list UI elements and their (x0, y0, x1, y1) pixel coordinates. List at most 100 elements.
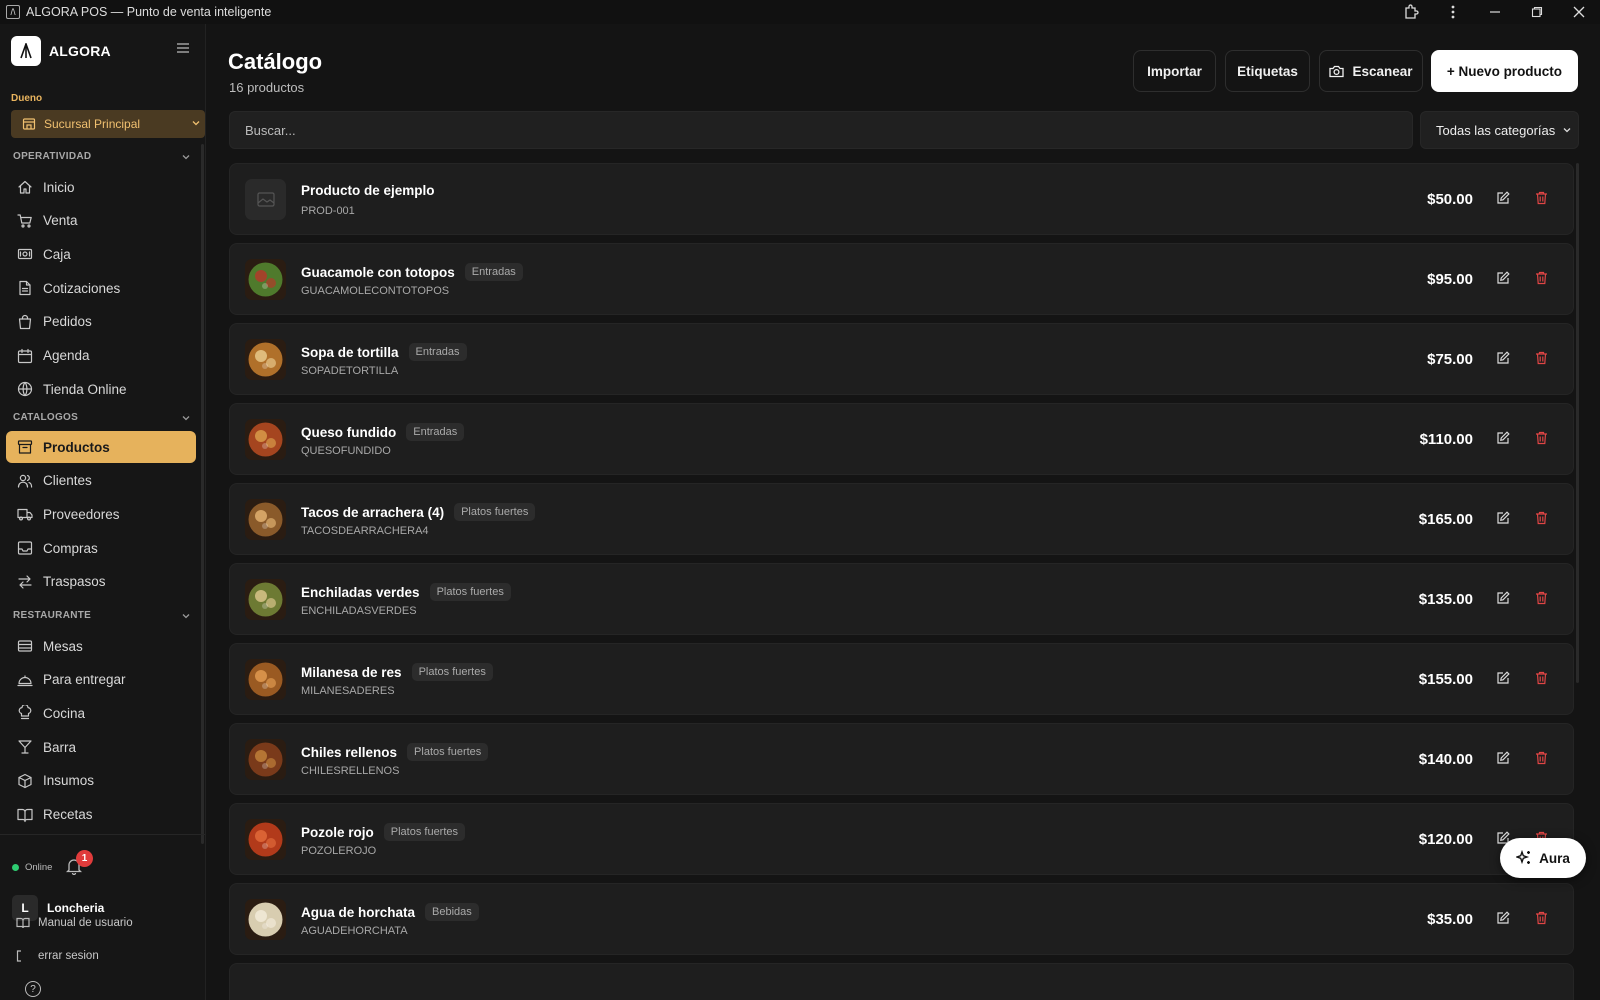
sidebar-item-productos[interactable]: Productos (6, 431, 196, 463)
chef-hat-icon (17, 705, 33, 721)
edit-icon[interactable] (1496, 911, 1510, 925)
sidebar-item-label: Tienda Online (43, 381, 127, 397)
sidebar-item-insumos[interactable]: Insumos (6, 765, 196, 797)
truck-icon (17, 506, 33, 522)
sidebar-item-venta[interactable]: Venta (6, 205, 196, 237)
sidebar-scrollbar[interactable] (201, 144, 204, 844)
product-row[interactable] (229, 963, 1574, 1000)
product-row[interactable]: Milanesa de res Platos fuertes MILANESADER… (229, 643, 1574, 715)
product-row[interactable]: Agua de horchata Bebidas AGUADEHORCHATA $35… (229, 883, 1574, 955)
product-row[interactable]: Chiles rellenos Platos fuertes CHILESRELLE… (229, 723, 1574, 795)
window-titlebar: /\ ALGORA POS — Punto de venta inteligen… (0, 0, 1600, 24)
product-name-wrap: Producto de ejemplo (301, 183, 435, 198)
sidebar-item-label: Caja (43, 246, 71, 262)
edit-icon[interactable] (1496, 511, 1510, 525)
product-sku: SOPADETORTILLA (301, 365, 399, 377)
transfer-icon (17, 574, 33, 590)
product-list-scrollbar[interactable] (1576, 163, 1579, 683)
menu-toggle-icon[interactable] (176, 42, 190, 54)
product-row[interactable]: Queso fundido Entradas QUESOFUNDIDO $110.00 (229, 403, 1574, 475)
product-price: $75.00 (1427, 351, 1473, 368)
sidebar-item-cocina[interactable]: Cocina (6, 697, 196, 729)
app-icon: /\ (6, 5, 20, 19)
category-badge: Entradas (464, 263, 523, 281)
box-icon (17, 773, 33, 789)
sidebar-item-proveedores[interactable]: Proveedores (6, 498, 196, 530)
sidebar-item-barra[interactable]: Barra (6, 731, 196, 763)
import-button[interactable]: Importar (1133, 50, 1216, 92)
sidebar-item-label: Venta (43, 213, 78, 229)
category-filter-select[interactable]: Todas las categorías (1420, 111, 1579, 149)
scan-button[interactable]: Escanear (1319, 50, 1423, 92)
sidebar-item-compras[interactable]: Compras (6, 532, 196, 564)
delete-icon[interactable] (1535, 511, 1548, 525)
edit-icon[interactable] (1496, 191, 1510, 205)
product-name: Tacos de arrachera (4) (301, 504, 445, 520)
category-badge: Platos fuertes (407, 743, 489, 761)
sidebar-item-clientes[interactable]: Clientes (6, 465, 196, 497)
product-row[interactable]: Producto de ejemplo PROD-001 $50.00 (229, 163, 1574, 235)
edit-icon[interactable] (1496, 751, 1510, 765)
sidebar-item-cotizaciones[interactable]: Cotizaciones (6, 272, 196, 304)
sidebar-item-pedidos[interactable]: Pedidos (6, 306, 196, 338)
delete-icon[interactable] (1535, 191, 1548, 205)
sidebar-item-label: Pedidos (43, 314, 92, 330)
product-row[interactable]: Enchiladas verdes Platos fuertes ENCHILADA… (229, 563, 1574, 635)
notification-badge: 1 (76, 850, 93, 867)
product-name-wrap: Chiles rellenos Platos fuertes (301, 743, 489, 761)
extension-icon[interactable] (1390, 0, 1432, 24)
edit-icon[interactable] (1496, 591, 1510, 605)
edit-icon[interactable] (1496, 271, 1510, 285)
delete-icon[interactable] (1535, 351, 1548, 365)
sidebar-item-traspasos[interactable]: Traspasos (6, 566, 196, 598)
restore-icon[interactable] (1516, 0, 1558, 24)
delete-icon[interactable] (1535, 271, 1548, 285)
sidebar-item-mesas[interactable]: Mesas (6, 630, 196, 662)
category-badge: Platos fuertes (383, 823, 466, 841)
product-sku: PROD-001 (301, 205, 355, 217)
new-product-button[interactable]: + Nuevo producto (1431, 50, 1578, 92)
aura-assistant-button[interactable]: Aura (1500, 838, 1586, 878)
section-header-operatividad[interactable]: OPERATIVIDAD (13, 151, 191, 162)
sidebar-item-tienda-online[interactable]: Tienda Online (6, 373, 196, 405)
bag-icon (17, 314, 33, 330)
delete-icon[interactable] (1535, 751, 1548, 765)
edit-icon[interactable] (1496, 431, 1510, 445)
labels-button[interactable]: Etiquetas (1225, 50, 1310, 92)
chevron-down-icon (191, 118, 201, 128)
product-price: $120.00 (1418, 831, 1473, 848)
product-row[interactable]: Tacos de arrachera (4) Platos fuertes TACO… (229, 483, 1574, 555)
section-header-catalogos[interactable]: CATALOGOS (13, 412, 191, 423)
home-icon (17, 179, 33, 195)
product-list: Producto de ejemplo PROD-001 $50.00 Guacamo… (229, 163, 1575, 1000)
brand-name: ALGORA (49, 43, 111, 59)
minimize-icon[interactable] (1474, 0, 1516, 24)
delete-icon[interactable] (1535, 911, 1548, 925)
sidebar-item-caja[interactable]: Caja (6, 238, 196, 270)
product-row[interactable]: Guacamole con totopos Entradas GUACAMOLECO… (229, 243, 1574, 315)
branch-selector[interactable]: Sucursal Principal (11, 110, 205, 138)
search-input[interactable] (229, 111, 1413, 149)
more-options-icon[interactable] (1432, 0, 1474, 24)
close-icon[interactable] (1558, 0, 1600, 24)
sidebar-item-agenda[interactable]: Agenda (6, 340, 196, 372)
edit-icon[interactable] (1496, 671, 1510, 685)
brand[interactable]: ALGORA (11, 36, 111, 66)
category-badge: Platos fuertes (429, 583, 511, 601)
sidebar-item-para-entregar[interactable]: Para entregar (6, 664, 196, 696)
sidebar-item-recetas[interactable]: Recetas (6, 799, 196, 831)
edit-icon[interactable] (1496, 351, 1510, 365)
help-icon[interactable]: ? (25, 981, 41, 997)
delete-icon[interactable] (1535, 591, 1548, 605)
users-icon (17, 473, 33, 489)
sidebar-item-label: Para entregar (43, 672, 126, 688)
product-row[interactable]: Sopa de tortilla Entradas SOPADETORTILLA $7… (229, 323, 1574, 395)
logout-link[interactable]: errar sesion (16, 950, 99, 962)
section-header-restaurante[interactable]: RESTAURANTE (13, 610, 191, 621)
sidebar-item-inicio[interactable]: Inicio (6, 171, 196, 203)
user-manual-link[interactable]: Manual de usuario (16, 917, 133, 929)
product-row[interactable]: Pozole rojo Platos fuertes POZOLEROJO $120.… (229, 803, 1574, 875)
delete-icon[interactable] (1535, 431, 1548, 445)
product-price: $135.00 (1418, 591, 1473, 608)
delete-icon[interactable] (1535, 671, 1548, 685)
